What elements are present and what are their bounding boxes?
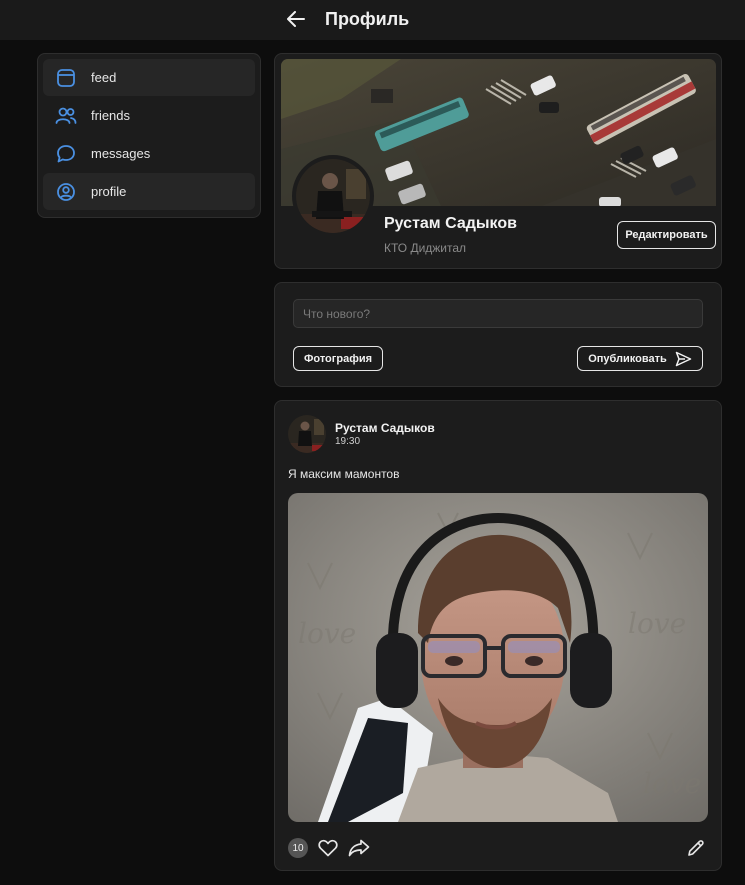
post-card: Рустам Садыков 19:30 Я максим мамонтов l… [274,400,722,871]
post-actions: 10 [288,837,379,859]
users-icon [55,105,77,127]
send-icon [675,351,692,366]
profile-name: Рустам Садыков [384,215,517,232]
sidebar-item-label: feed [91,70,117,85]
heart-icon[interactable] [317,837,339,859]
post-image[interactable]: love love love [288,493,708,822]
chat-bubble-icon [55,143,77,165]
post-time: 19:30 [335,436,361,447]
post-text: Я максим мамонтов [288,467,400,481]
sidebar-item-feed[interactable]: feed [43,59,255,96]
sidebar-item-label: messages [91,146,151,161]
profile-card: Рустам Садыков КТО Диджитал Редактироват… [274,53,722,269]
post-author-avatar[interactable] [288,415,326,453]
sidebar-item-messages[interactable]: messages [43,135,255,172]
publish-button[interactable]: Опубликовать [577,346,703,371]
arrow-left-icon [287,11,305,27]
back-button[interactable] [285,8,307,30]
profile-subtitle: КТО Диджитал [384,241,467,255]
pencil-icon[interactable] [685,837,707,859]
sidebar-item-label: profile [91,184,127,199]
svg-text:love: love [298,617,356,650]
top-bar: Профиль [0,0,745,40]
svg-text:love: love [628,607,686,640]
window-icon [55,67,77,89]
sidebar-item-profile[interactable]: profile [43,173,255,210]
sidebar-item-label: friends [91,108,131,123]
new-post-input[interactable] [293,299,703,328]
likes-count-badge: 10 [288,838,308,858]
sidebar: feed friends messages profile [37,53,261,218]
page-title: Профиль [325,9,410,29]
profile-avatar[interactable] [292,155,374,237]
add-photo-button[interactable]: Фотография [293,346,383,371]
share-icon[interactable] [348,837,370,859]
edit-profile-button[interactable]: Редактировать [617,221,716,249]
publish-label: Опубликовать [588,352,667,365]
svg-text:love: love [643,767,701,800]
compose-card: Фотография Опубликовать [274,282,722,387]
post-author-name[interactable]: Рустам Садыков [335,421,435,435]
sidebar-item-friends[interactable]: friends [43,97,255,134]
user-circle-icon [55,181,77,203]
